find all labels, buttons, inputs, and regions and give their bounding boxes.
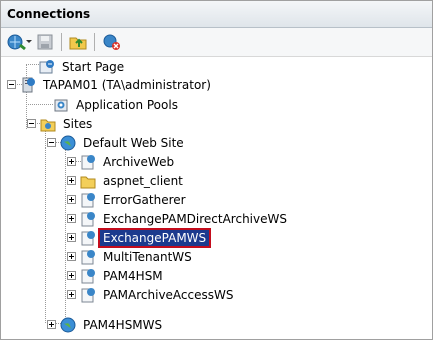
server-icon	[22, 77, 35, 92]
tree-label: Start Page	[62, 59, 125, 74]
web-application-icon	[81, 154, 95, 169]
expand-toggle[interactable]	[67, 195, 76, 204]
expand-toggle[interactable]	[67, 157, 76, 166]
tree-item-sites[interactable]: Sites	[27, 114, 95, 133]
toolbar-separator	[61, 33, 62, 51]
tree-label: Default Web Site	[83, 135, 184, 150]
toolbar-separator	[94, 33, 95, 51]
web-application-icon	[81, 268, 95, 283]
tree-label-selected: ExchangePAMWS	[97, 227, 212, 248]
web-application-icon	[81, 230, 95, 245]
collapse-toggle[interactable]	[27, 119, 36, 128]
app-pool-icon	[54, 99, 68, 111]
tree-item-pam4hsm[interactable]: PAM4HSM	[67, 266, 166, 285]
tree-item-exchangepamws[interactable]: ExchangePAMWS	[67, 227, 212, 248]
website-globe-icon	[60, 317, 76, 332]
connect-icon[interactable]	[7, 31, 33, 53]
web-application-icon	[81, 249, 95, 264]
collapse-toggle[interactable]	[7, 80, 16, 89]
connections-tree: Start Page TAPAM01 (TA\administrator) Ap…	[1, 57, 432, 339]
tree-label: PAMArchiveAccessWS	[103, 287, 234, 302]
tree-label: MultiTenantWS	[103, 249, 192, 264]
tree-label: Sites	[63, 116, 93, 131]
save-icon[interactable]	[36, 31, 54, 53]
web-application-icon	[81, 192, 95, 207]
tree-label: ArchiveWeb	[103, 154, 175, 169]
tree-label: PAM4HSMWS	[83, 317, 163, 332]
expand-toggle[interactable]	[67, 252, 76, 261]
tree-item-default-web-site[interactable]: Default Web Site	[47, 133, 187, 152]
tree-item-aspnet-client[interactable]: aspnet_client	[67, 171, 186, 190]
tree-item-pam4hsmws[interactable]: PAM4HSMWS	[47, 315, 165, 334]
expand-toggle[interactable]	[67, 290, 76, 299]
tree-label: ErrorGatherer	[103, 192, 186, 207]
tree-item-errorgatherer[interactable]: ErrorGatherer	[67, 190, 189, 209]
tree-label: PAM4HSM	[103, 268, 163, 283]
tree-item-pamarchiveaccessws[interactable]: PAMArchiveAccessWS	[67, 285, 237, 304]
tree-item-archiveweb[interactable]: ArchiveWeb	[67, 152, 177, 171]
tree-item-application-pools[interactable]: Application Pools	[53, 95, 181, 114]
tree-label: ExchangePAMDirectArchiveWS	[103, 211, 287, 226]
expand-toggle[interactable]	[67, 233, 76, 242]
tree-label: Application Pools	[76, 97, 178, 112]
tree-label: TAPAM01 (TA\administrator)	[43, 77, 211, 92]
tree-item-multitenantws[interactable]: MultiTenantWS	[67, 247, 195, 266]
tree-item-server[interactable]: TAPAM01 (TA\administrator)	[7, 75, 214, 94]
panel-title: Connections	[1, 1, 432, 28]
expand-toggle[interactable]	[67, 176, 76, 185]
web-application-icon	[81, 287, 95, 302]
connections-panel: Connections Start Page TAPAM01 (TA\admin…	[0, 0, 433, 340]
tree-label: aspnet_client	[103, 173, 183, 188]
expand-toggle[interactable]	[67, 214, 76, 223]
tree-item-start-page[interactable]: Start Page	[39, 57, 127, 76]
connections-toolbar	[1, 28, 432, 57]
website-globe-icon	[60, 135, 76, 150]
folder-icon	[80, 176, 96, 188]
tree-item-exchangepamdirectarchivews[interactable]: ExchangePAMDirectArchiveWS	[67, 209, 290, 228]
up-folder-icon[interactable]	[69, 31, 87, 53]
disconnect-icon[interactable]	[102, 31, 122, 53]
expand-toggle[interactable]	[47, 320, 56, 329]
sites-folder-icon	[40, 119, 56, 131]
start-page-icon	[39, 59, 54, 73]
web-application-icon	[81, 211, 95, 226]
collapse-toggle[interactable]	[47, 138, 56, 147]
expand-toggle[interactable]	[67, 271, 76, 280]
